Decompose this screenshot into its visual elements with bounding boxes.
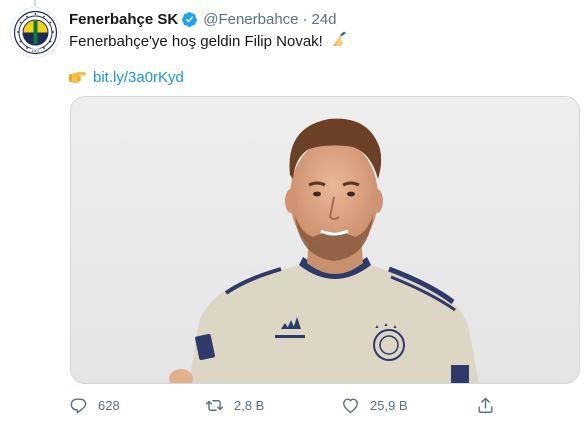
fenerbahce-logo: 1907 bbox=[11, 8, 60, 57]
reply-button[interactable]: 628 bbox=[69, 394, 120, 416]
verified-badge-icon bbox=[182, 11, 198, 27]
share-button[interactable] bbox=[476, 394, 495, 416]
like-count: 25,9 B bbox=[370, 397, 408, 413]
heart-icon bbox=[343, 397, 358, 413]
reply-count: 628 bbox=[98, 397, 120, 413]
thread-connector-line bbox=[34, 0, 36, 6]
tweet-link[interactable]: bit.ly/3a0rKyd bbox=[93, 69, 184, 86]
tweet-header: Fenerbahçe SK @Fenerbahce · 24d bbox=[69, 9, 337, 29]
player-photo bbox=[71, 97, 579, 383]
link-line: bit.ly/3a0rKyd bbox=[69, 67, 184, 87]
tweet-body: Fenerbahçe'ye hoş geldin Filip Novak! bbox=[69, 33, 323, 50]
separator-dot: · bbox=[302, 10, 308, 28]
like-button[interactable]: 25,9 B bbox=[341, 394, 408, 416]
retweet-count: 2,8 B bbox=[234, 397, 265, 413]
tweet-text: Fenerbahçe'ye hoş geldin Filip Novak! bbox=[69, 30, 349, 52]
tweet-actions: 628 2,8 B 25,9 B bbox=[69, 394, 499, 416]
tweet[interactable]: 1907 Fenerbahçe SK @Fenerbahce · 24d Fen… bbox=[0, 0, 587, 425]
user-handle[interactable]: @Fenerbahce bbox=[203, 11, 298, 28]
tweet-media-image[interactable] bbox=[70, 96, 580, 384]
tweet-timestamp[interactable]: 24d bbox=[312, 11, 337, 28]
svg-text:1907: 1907 bbox=[32, 49, 40, 53]
display-name[interactable]: Fenerbahçe SK bbox=[69, 11, 178, 28]
share-icon bbox=[478, 397, 493, 413]
retweet-icon bbox=[205, 399, 224, 411]
reply-icon bbox=[70, 397, 87, 414]
retweet-button[interactable]: 2,8 B bbox=[205, 394, 264, 416]
pointing-right-icon bbox=[69, 72, 86, 83]
writing-hand-icon bbox=[333, 31, 347, 46]
avatar[interactable]: 1907 bbox=[11, 8, 60, 57]
